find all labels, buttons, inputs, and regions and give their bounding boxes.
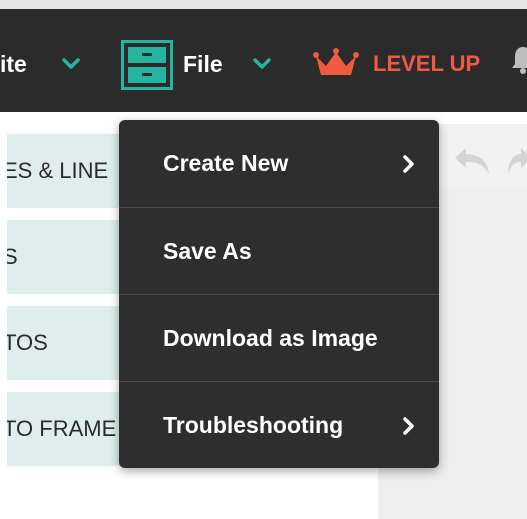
redo-icon[interactable]: [505, 144, 527, 178]
file-menu-label[interactable]: File: [183, 50, 223, 78]
chevron-right-icon: [403, 155, 414, 173]
left-panel-item-2[interactable]: S: [7, 220, 132, 294]
menu-item-save-as[interactable]: Save As: [119, 208, 439, 295]
undo-icon[interactable]: [452, 144, 494, 178]
left-panel: ES & LINE S TOS TO FRAME: [0, 112, 132, 519]
crown-icon[interactable]: [313, 48, 359, 80]
chevron-down-icon[interactable]: [252, 57, 272, 71]
window-top-edge: [0, 0, 527, 9]
file-dropdown-menu: Create New Save As Download as Image Tro…: [119, 120, 439, 468]
menu-item-label: Download as Image: [163, 325, 378, 351]
level-up-link[interactable]: LEVEL UP: [373, 50, 480, 78]
menu-item-download-as-image[interactable]: Download as Image: [119, 295, 439, 382]
left-panel-item-label: ES & LINE: [7, 158, 109, 183]
menu-item-label: Troubleshooting: [163, 412, 344, 438]
chevron-right-icon: [403, 417, 414, 435]
chevron-down-icon[interactable]: [61, 57, 81, 71]
menu-item-create-new[interactable]: Create New: [119, 120, 439, 207]
menu-item-label: Create New: [163, 150, 289, 176]
bell-icon[interactable]: [510, 44, 527, 74]
left-panel-item-photo-frames[interactable]: TO FRAME: [7, 392, 132, 466]
write-menu-label[interactable]: ite: [0, 50, 27, 78]
menu-item-troubleshooting[interactable]: Troubleshooting: [119, 382, 439, 469]
left-panel-item-label: S: [7, 244, 18, 269]
left-panel-item-photos[interactable]: TOS: [7, 306, 132, 380]
left-panel-item-label: TOS: [7, 330, 48, 355]
menu-item-label: Save As: [163, 238, 252, 264]
file-cabinet-icon[interactable]: [121, 40, 173, 90]
left-panel-item-shapes-lines[interactable]: ES & LINE: [7, 134, 132, 208]
left-panel-item-label: TO FRAME: [7, 416, 117, 441]
